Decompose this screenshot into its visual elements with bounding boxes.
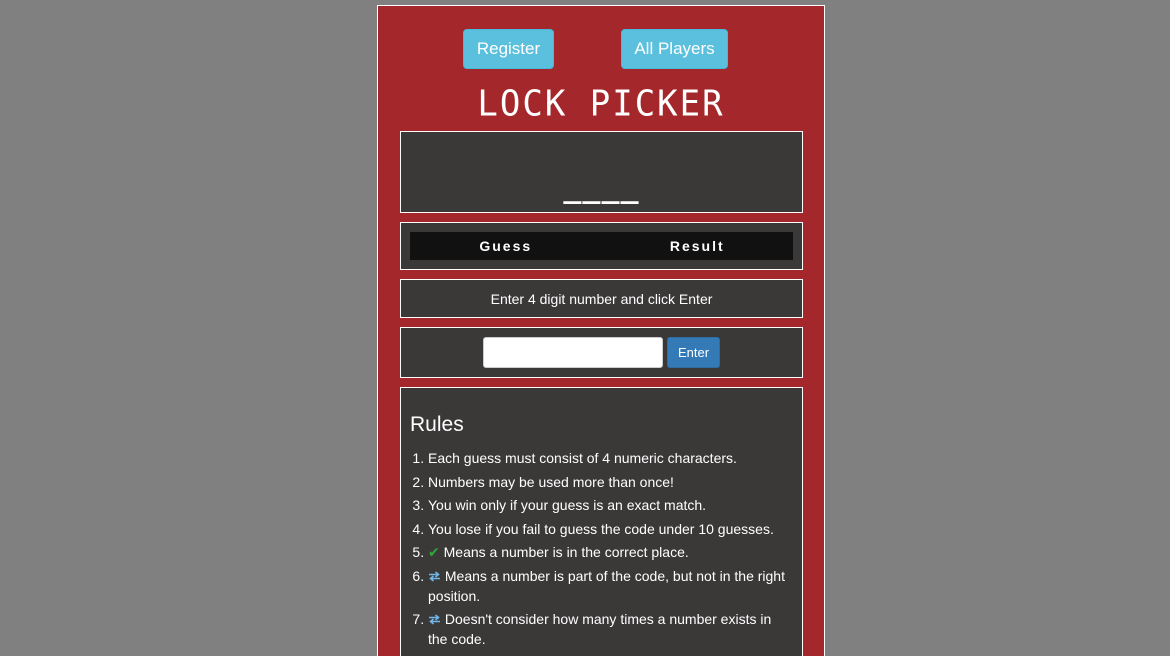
rule-text: Means a number is in the correct place. <box>443 544 689 560</box>
game-title: LOCK PICKER <box>477 83 725 125</box>
page: Register All Players LOCK PICKER ____ Gu… <box>0 0 1170 656</box>
result-column-header: Result <box>669 238 725 254</box>
rule-text: You win only if your guess is an exact m… <box>428 497 707 513</box>
code-display: ____ <box>400 131 803 213</box>
history-header: Guess Result <box>410 232 793 260</box>
rules-list: Each guess must consist of 4 numeric cha… <box>410 448 794 653</box>
guess-history: Guess Result <box>400 222 803 270</box>
rule-item: Means a number is part of the code, but … <box>428 566 794 606</box>
rule-text: Means a number is part of the code, but … <box>428 567 785 604</box>
instruction-message: Enter 4 digit number and click Enter <box>490 291 713 307</box>
rule-item: Each guess must consist of 4 numeric cha… <box>428 448 794 468</box>
rule-text: Numbers may be used more than once! <box>428 473 674 490</box>
rule-item: ✔ Means a number is in the correct place… <box>428 542 794 562</box>
rule-text: Each guess must consist of 4 numeric cha… <box>428 450 737 466</box>
swap-icon <box>429 614 440 625</box>
check-icon: ✔ <box>428 544 440 560</box>
rules-title: Rules <box>410 413 464 436</box>
rule-item: You win only if your guess is an exact m… <box>428 495 794 515</box>
rules-panel: Rules Each guess must consist of 4 numer… <box>400 387 803 656</box>
rule-text: Doesn't consider how many times a number… <box>428 611 772 647</box>
all-players-button[interactable]: All Players <box>621 29 728 69</box>
guess-column-header: Guess <box>479 238 533 254</box>
guess-input[interactable] <box>483 337 663 368</box>
rule-item: Numbers may be used more than once! <box>428 472 794 492</box>
register-button[interactable]: Register <box>463 29 554 69</box>
enter-button[interactable]: Enter <box>667 337 720 368</box>
swap-icon <box>429 570 440 582</box>
rule-item: Doesn't consider how many times a number… <box>428 609 794 649</box>
message-box: Enter 4 digit number and click Enter <box>400 279 803 318</box>
rule-text: You lose if you fail to guess the code u… <box>428 520 774 537</box>
game-panel: Register All Players LOCK PICKER ____ Gu… <box>377 5 825 656</box>
guess-form: Enter <box>400 327 803 378</box>
code-placeholder: ____ <box>563 170 640 205</box>
rule-item: You lose if you fail to guess the code u… <box>428 519 794 539</box>
